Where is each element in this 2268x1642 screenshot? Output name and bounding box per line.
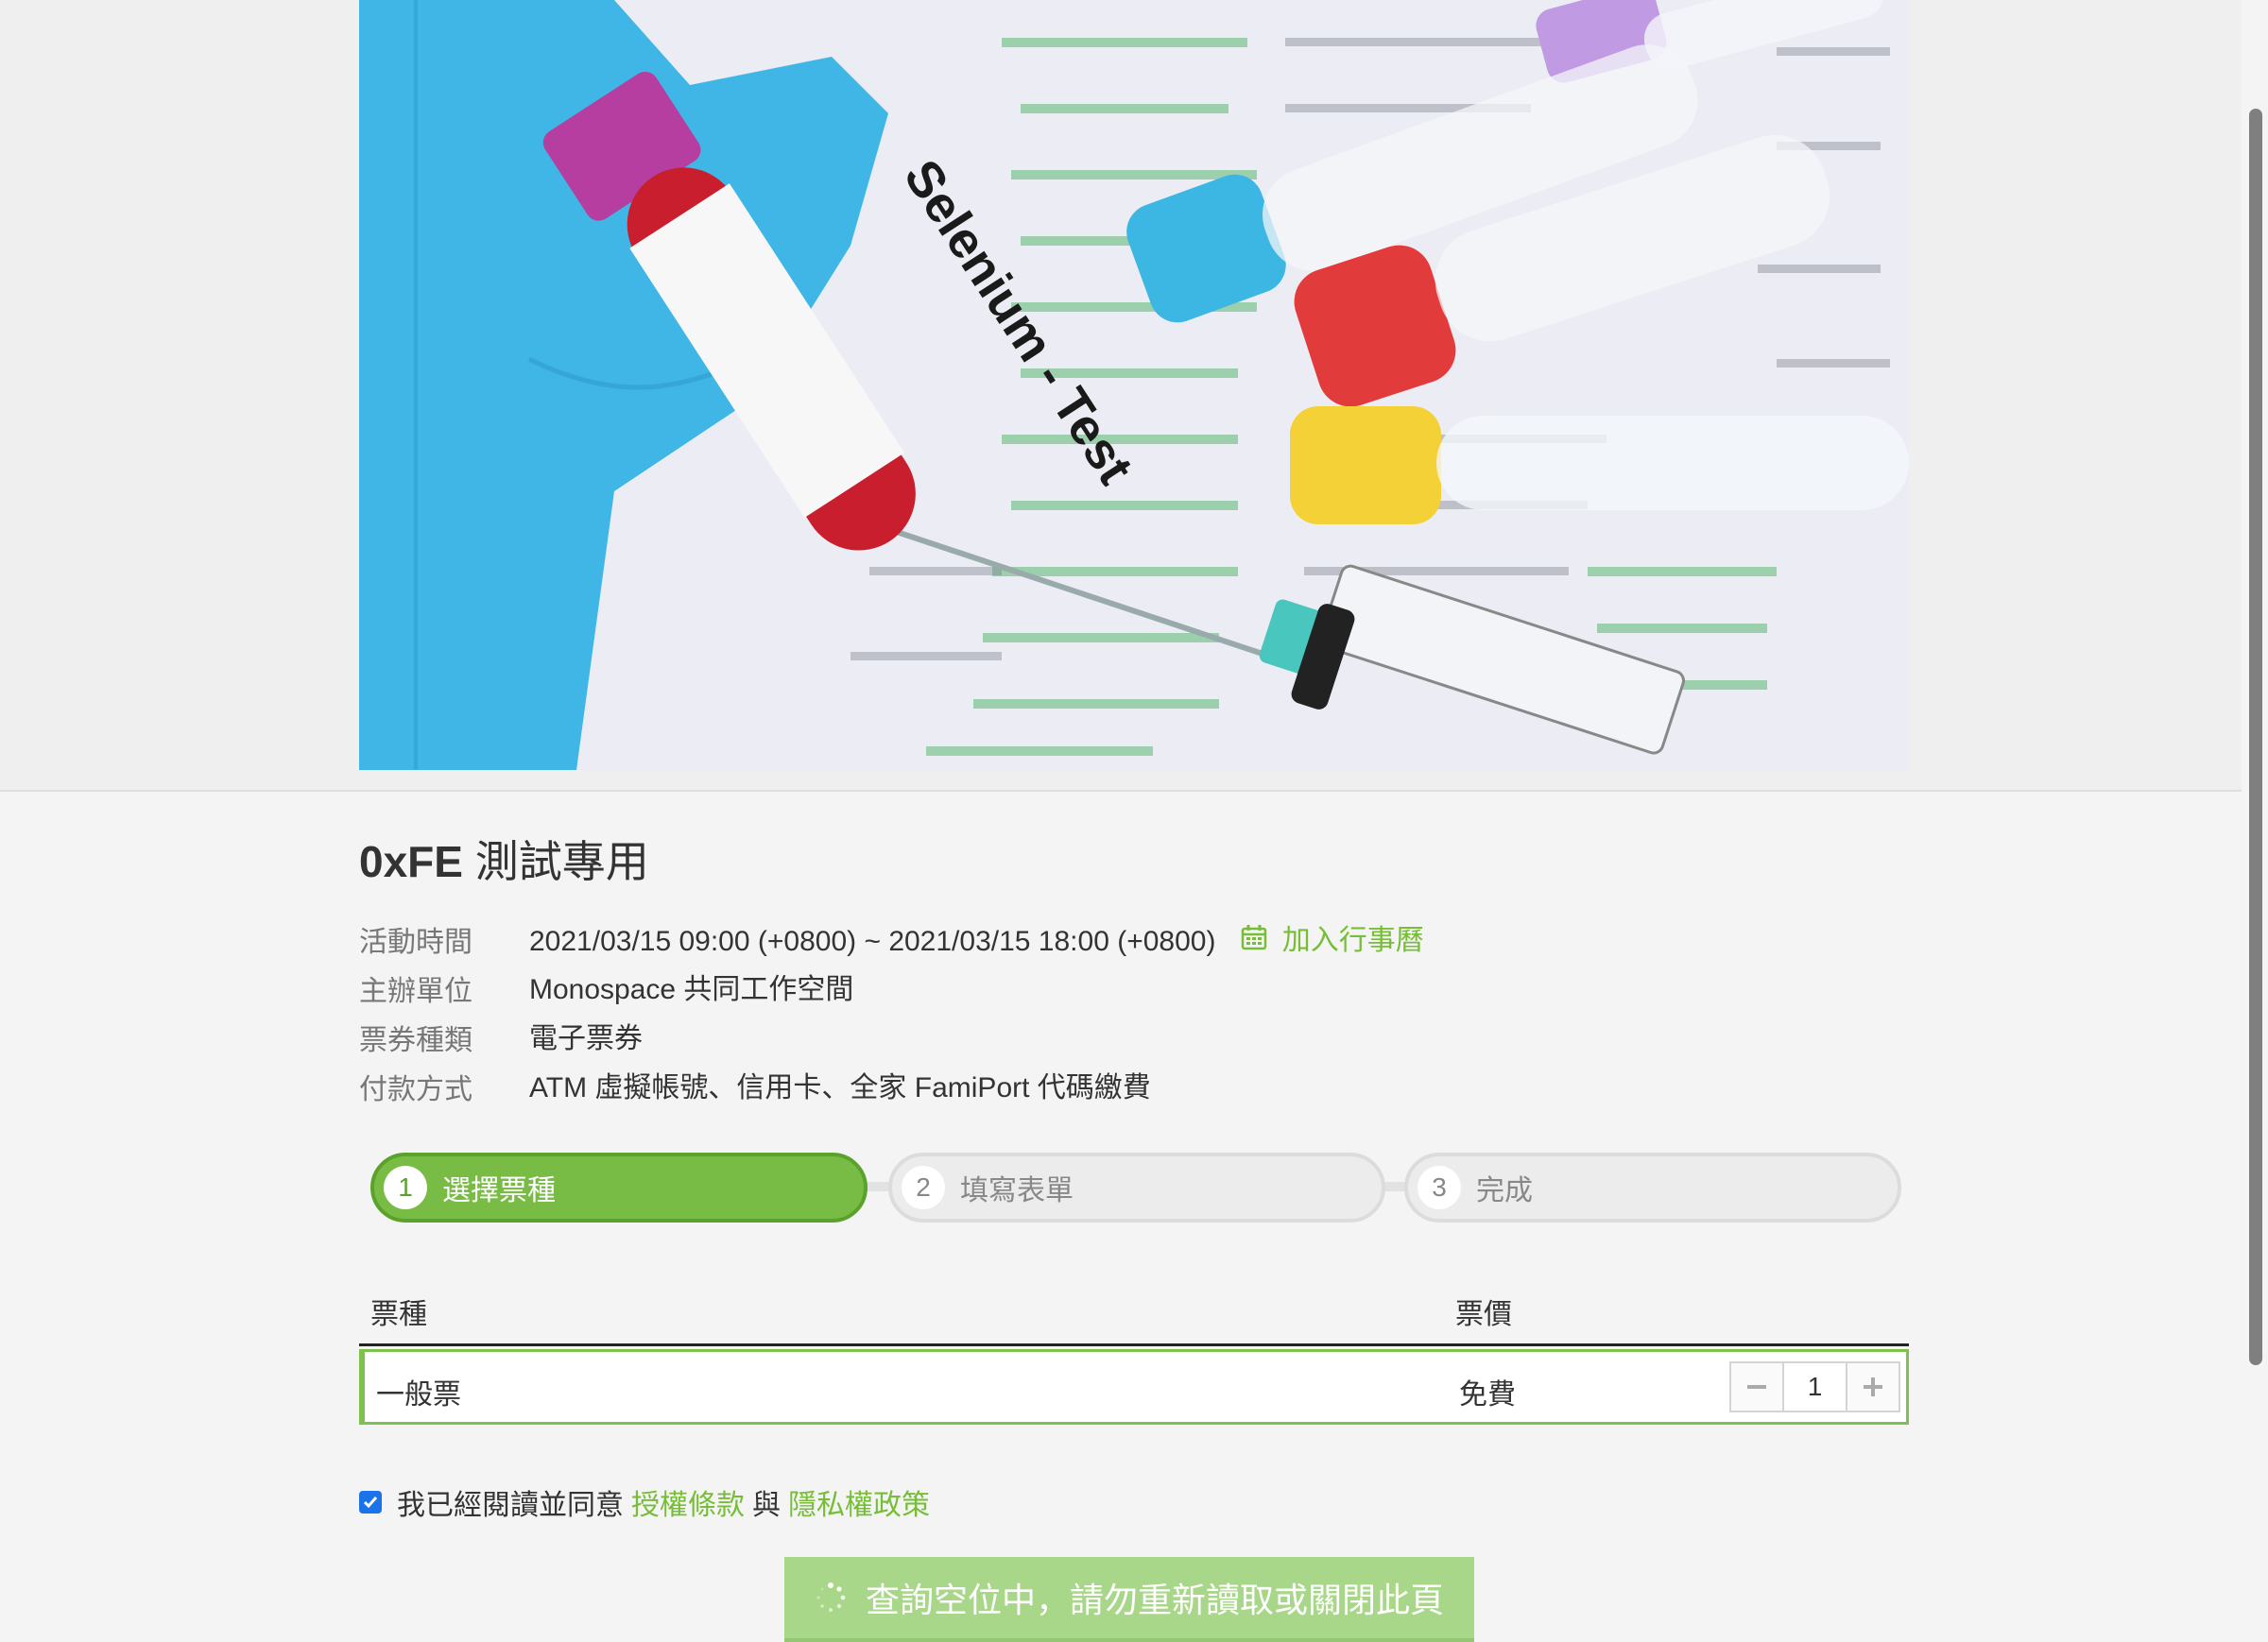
cover-illustration: Selenium - Test	[359, 0, 1909, 770]
event-cover-image: Selenium - Test	[359, 0, 1909, 770]
step-complete: 3 完成	[1404, 1153, 1901, 1223]
info-value: 2021/03/15 09:00 (+0800) ~ 2021/03/15 18…	[529, 916, 1424, 958]
quantity-value[interactable]: 1	[1784, 1363, 1846, 1411]
event-title-prefix: 0xFE	[359, 837, 463, 886]
add-to-calendar-link[interactable]: 加入行事曆	[1241, 916, 1424, 958]
plus-icon	[1864, 1377, 1882, 1396]
step-number: 1	[384, 1166, 427, 1209]
agreement: 我已經閱讀並同意 授權條款 與 隱私權政策	[359, 1481, 937, 1523]
column-header-price: 票價	[1455, 1299, 1512, 1330]
event-title: 0xFE 測試專用	[359, 828, 649, 890]
step-number: 2	[902, 1166, 945, 1209]
scrollbar-thumb[interactable]	[2249, 109, 2262, 1365]
quantity-stepper: 1	[1729, 1361, 1900, 1412]
ticket-name: 一般票	[376, 1379, 461, 1411]
ticket-type-value: 電子票券	[529, 1023, 643, 1054]
submit-label: 查詢空位中，請勿重新讀取或關閉此頁	[865, 1581, 1444, 1619]
step-label: 填寫表單	[960, 1175, 1074, 1206]
loading-spinner-icon	[816, 1582, 846, 1612]
privacy-policy-link[interactable]: 隱私權政策	[788, 1481, 930, 1523]
registration-steps: 1 選擇票種 2 填寫表單 3 完成	[370, 1153, 1901, 1223]
step-label: 完成	[1476, 1175, 1533, 1206]
step-label: 選擇票種	[442, 1175, 556, 1206]
scrollbar[interactable]	[2242, 0, 2268, 1642]
ticket-table-header: 票種 票價	[359, 1272, 1909, 1346]
event-title-rest: 測試專用	[474, 837, 649, 886]
calendar-icon	[1241, 925, 1267, 950]
info-label: 票券種類	[359, 1025, 472, 1056]
step-select-ticket: 1 選擇票種	[370, 1153, 868, 1223]
organizer-value: Monospace 共同工作空間	[529, 974, 854, 1005]
agreement-text: 我已經閱讀並同意	[397, 1490, 624, 1521]
step-number: 3	[1418, 1166, 1461, 1209]
event-time-value: 2021/03/15 09:00 (+0800) ~ 2021/03/15 18…	[529, 926, 1216, 957]
checkmark-icon	[363, 1497, 378, 1509]
table-row: 一般票 免費 1	[359, 1349, 1909, 1425]
increase-quantity-button[interactable]	[1846, 1363, 1899, 1411]
info-label: 活動時間	[359, 927, 472, 958]
info-label: 主辦單位	[359, 976, 472, 1007]
ticket-price: 免費	[1459, 1379, 1516, 1411]
step-fill-form: 2 填寫表單	[888, 1153, 1385, 1223]
terms-link[interactable]: 授權條款	[631, 1481, 745, 1523]
payment-methods-value: ATM 虛擬帳號、信用卡、全家 FamiPort 代碼繳費	[529, 1072, 1151, 1103]
agreement-conjunction: 與	[752, 1490, 781, 1521]
hero-banner: Selenium - Test	[0, 0, 2268, 792]
agree-checkbox[interactable]	[359, 1491, 382, 1514]
vial-yellow	[1290, 406, 1909, 524]
info-label: 付款方式	[359, 1074, 472, 1105]
submit-button[interactable]: 查詢空位中，請勿重新讀取或關閉此頁	[784, 1557, 1474, 1642]
add-to-calendar-label: 加入行事曆	[1281, 925, 1424, 956]
column-header-ticket-type: 票種	[370, 1299, 427, 1330]
minus-icon	[1747, 1385, 1766, 1389]
decrease-quantity-button[interactable]	[1731, 1363, 1784, 1411]
